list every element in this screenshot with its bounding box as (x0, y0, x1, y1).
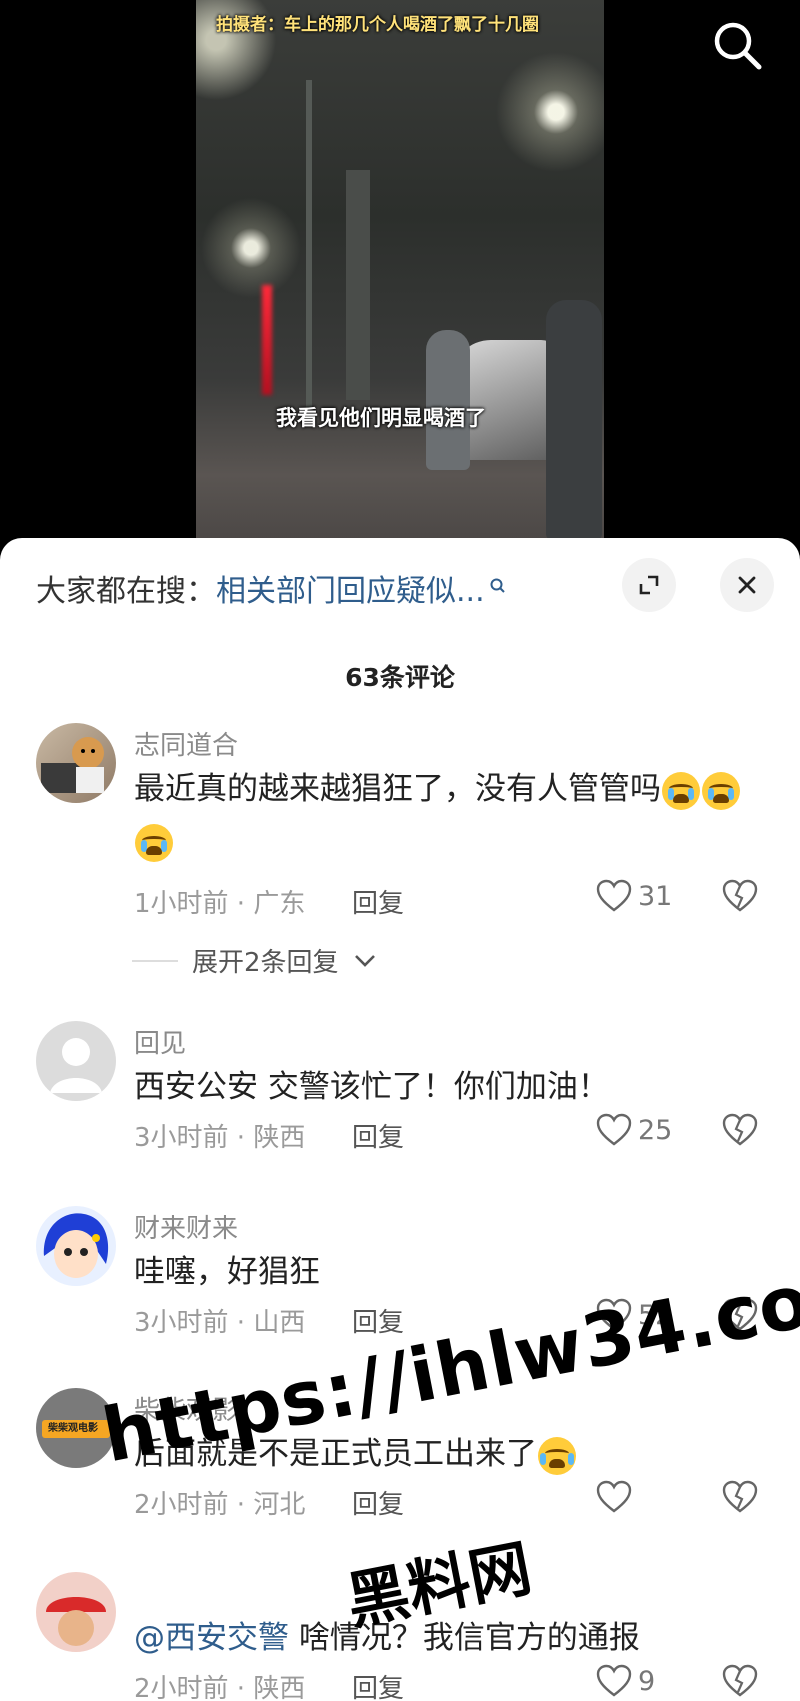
expand-icon (639, 575, 659, 595)
expand-button[interactable] (622, 558, 676, 612)
divider (132, 959, 178, 962)
like-button[interactable] (596, 1480, 638, 1514)
reply-button[interactable]: 回复 (352, 1302, 404, 1339)
broken-heart-icon (722, 1664, 758, 1697)
comment-username[interactable]: 志同道合 (134, 725, 238, 762)
heart-icon (596, 879, 632, 912)
reply-button[interactable]: 回复 (352, 1484, 404, 1521)
reply-button[interactable]: 回复 (352, 883, 404, 920)
avatar-badge-text: 柴柴观电影 (48, 1423, 98, 1434)
video-caption: 拍摄者：车上的那几个人喝酒了飘了十几圈 (216, 15, 539, 35)
dislike-button[interactable] (722, 1664, 758, 1701)
expand-replies-button[interactable]: 展开2条回复 (132, 942, 377, 979)
trending-search-query[interactable]: 相关部门回应疑似... (216, 574, 485, 609)
video-player[interactable]: 拍摄者：车上的那几个人喝酒了飘了十几圈 我看见他们明显喝酒了 (0, 0, 800, 560)
reply-button[interactable]: 回复 (352, 1668, 404, 1701)
crying-emoji-icon (662, 771, 700, 810)
dislike-button[interactable] (722, 1480, 758, 1518)
comment-text: 最近真的越来越猖狂了，没有人管管吗 (134, 763, 754, 867)
reply-button[interactable]: 回复 (352, 1117, 404, 1154)
video-frame[interactable]: 拍摄者：车上的那几个人喝酒了飘了十几圈 我看见他们明显喝酒了 (196, 0, 604, 540)
close-icon (738, 576, 756, 594)
broken-heart-icon (722, 1480, 758, 1513)
heart-icon (596, 1480, 632, 1513)
crying-emoji-icon (702, 771, 740, 810)
video-subtitle: 我看见他们明显喝酒了 (276, 406, 486, 430)
comment-time-location: 2小时前 · 陕西 (134, 1674, 306, 1701)
heart-icon (596, 1113, 632, 1146)
expand-replies-label: 展开2条回复 (192, 948, 339, 978)
avatar[interactable] (36, 1206, 116, 1286)
chevron-down-icon (354, 954, 375, 967)
dislike-button[interactable] (722, 879, 758, 917)
comment-time-location: 3小时前 · 山西 (134, 1308, 306, 1338)
broken-heart-icon (722, 1113, 758, 1146)
comment-time-location: 2小时前 · 河北 (134, 1490, 306, 1520)
comment-username[interactable]: 财来财来 (134, 1208, 238, 1245)
like-button[interactable]: 9 (596, 1664, 655, 1698)
comment-count: 63条评论 (345, 663, 455, 692)
trending-search[interactable]: 大家都在搜：相关部门回应疑似... (36, 566, 507, 610)
trending-search-label: 大家都在搜： (36, 574, 216, 609)
comment-time-location: 1小时前 · 广东 (134, 889, 306, 919)
comment-text: 西安公安 交警该忙了！你们加油！ (134, 1069, 609, 1105)
like-button[interactable]: 31 (596, 879, 672, 913)
dislike-button[interactable] (722, 1113, 758, 1151)
laughing-tears-emoji-icon (538, 1436, 576, 1475)
close-button[interactable] (720, 558, 774, 612)
avatar[interactable] (36, 723, 116, 803)
avatar[interactable] (36, 1572, 116, 1652)
crying-emoji-icon (135, 823, 173, 862)
heart-icon (596, 1664, 632, 1697)
like-count: 9 (638, 1665, 656, 1697)
avatar[interactable] (36, 1021, 116, 1101)
comment-time-location: 3小时前 · 陕西 (134, 1123, 306, 1153)
like-count: 25 (638, 1114, 673, 1146)
like-count: 31 (638, 880, 673, 912)
like-button[interactable]: 25 (596, 1113, 672, 1147)
comment-username[interactable]: 回见 (134, 1023, 186, 1060)
search-small-icon (489, 568, 507, 603)
search-icon[interactable] (712, 20, 764, 72)
comment-sheet: 大家都在搜：相关部门回应疑似... 63条评论 志同道合 最近真的越来越猖狂了，… (0, 538, 800, 1701)
broken-heart-icon (722, 879, 758, 912)
mention-link[interactable]: @西安交警 (134, 1620, 289, 1656)
